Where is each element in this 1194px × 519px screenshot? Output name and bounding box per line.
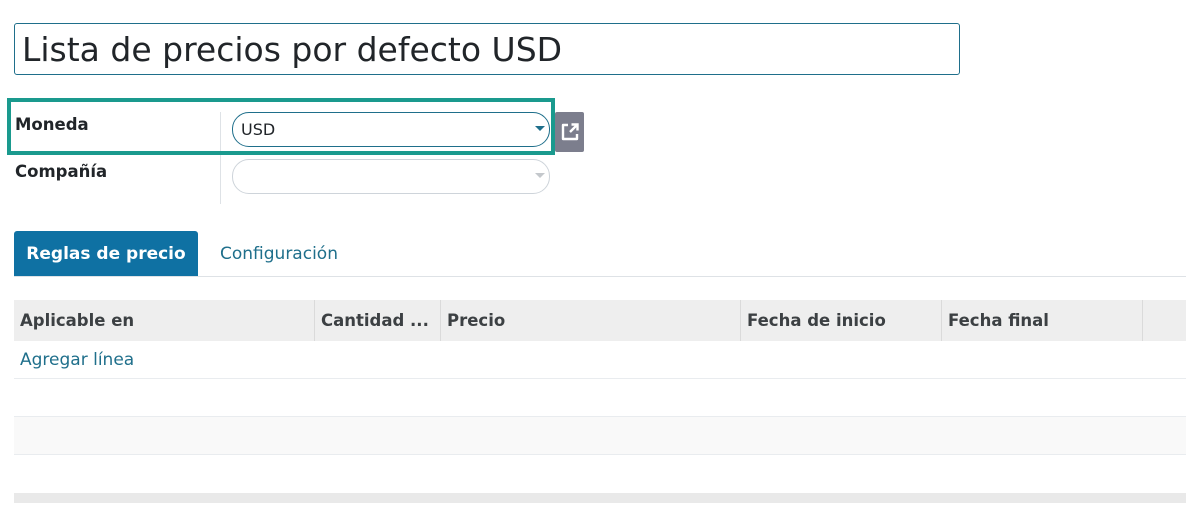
- table-row: [14, 379, 1186, 417]
- currency-select-value: USD: [241, 120, 276, 139]
- column-header-quantity[interactable]: Cantidad ...: [315, 300, 441, 341]
- column-header-price[interactable]: Precio: [441, 300, 741, 341]
- table-header: Aplicable en Cantidad ... Precio Fecha d…: [14, 300, 1186, 341]
- company-label: Compañía: [15, 162, 108, 181]
- caret-down-icon: [535, 173, 545, 178]
- currency-label: Moneda: [15, 115, 89, 134]
- column-header-start-date[interactable]: Fecha de inicio: [741, 300, 942, 341]
- add-line-link[interactable]: Agregar línea: [20, 341, 134, 379]
- currency-select[interactable]: USD: [232, 112, 550, 147]
- column-header-options[interactable]: [1143, 300, 1186, 341]
- caret-down-icon: [535, 126, 545, 131]
- table-row: Agregar línea: [14, 341, 1186, 379]
- table-row: [14, 417, 1186, 455]
- column-header-applicable-on[interactable]: Aplicable en: [14, 300, 315, 341]
- open-currency-button[interactable]: [555, 112, 584, 152]
- tabs-divider: [14, 276, 1186, 277]
- external-link-icon: [561, 123, 579, 141]
- tab-configuration[interactable]: Configuración: [198, 231, 360, 276]
- table-footer: [14, 493, 1186, 503]
- label-divider: [220, 112, 221, 204]
- company-select[interactable]: [232, 159, 550, 194]
- column-header-end-date[interactable]: Fecha final: [942, 300, 1143, 341]
- pricelist-name-field[interactable]: Lista de precios por defecto USD: [14, 23, 960, 75]
- tab-price-rules[interactable]: Reglas de precio: [14, 231, 198, 276]
